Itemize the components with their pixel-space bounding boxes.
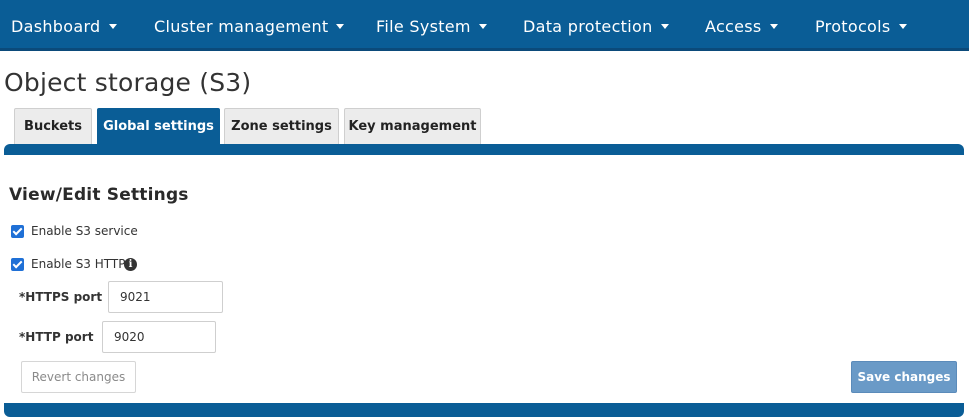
chevron-down-icon — [336, 24, 345, 29]
panel-bottom-border — [4, 403, 964, 417]
chevron-down-icon — [660, 24, 669, 29]
enable-s3-http-checkbox[interactable] — [11, 258, 24, 271]
nav-cluster-management[interactable]: Cluster management — [154, 0, 345, 51]
nav-dashboard-label: Dashboard — [11, 17, 101, 36]
chevron-down-icon — [898, 24, 907, 29]
nav-file-system[interactable]: File System — [376, 0, 487, 51]
chevron-down-icon — [478, 24, 487, 29]
nav-access-label: Access — [705, 17, 762, 36]
nav-protocols-label: Protocols — [815, 17, 891, 36]
https-port-input[interactable] — [108, 281, 223, 313]
panel-top-border — [4, 144, 964, 155]
nav-cluster-management-label: Cluster management — [154, 17, 329, 36]
chevron-down-icon — [769, 24, 778, 29]
nav-access[interactable]: Access — [705, 0, 778, 51]
section-heading: View/Edit Settings — [9, 185, 189, 205]
save-changes-button[interactable]: Save changes — [851, 361, 957, 393]
tab-buckets[interactable]: Buckets — [14, 108, 92, 144]
tab-zone-settings[interactable]: Zone settings — [224, 108, 339, 144]
enable-s3-service-checkbox[interactable] — [11, 225, 24, 238]
nav-file-system-label: File System — [376, 17, 471, 36]
tab-global-settings[interactable]: Global settings — [97, 108, 220, 145]
chevron-down-icon — [108, 24, 117, 29]
http-port-label: *HTTP port — [19, 330, 94, 344]
nav-protocols[interactable]: Protocols — [815, 0, 907, 51]
https-port-label: *HTTPS port — [19, 290, 103, 304]
page-title: Object storage (S3) — [4, 68, 252, 97]
revert-changes-button[interactable]: Revert changes — [21, 361, 136, 393]
nav-dashboard[interactable]: Dashboard — [11, 0, 117, 51]
enable-s3-http-label: Enable S3 HTTP — [31, 257, 126, 271]
nav-data-protection[interactable]: Data protection — [523, 0, 669, 51]
tab-key-management[interactable]: Key management — [344, 108, 481, 144]
http-port-input[interactable] — [102, 321, 216, 353]
enable-s3-service-label: Enable S3 service — [31, 224, 138, 238]
top-navigation-bar: Dashboard Cluster management File System… — [0, 0, 969, 51]
info-icon[interactable]: i — [124, 258, 137, 271]
nav-data-protection-label: Data protection — [523, 17, 653, 36]
